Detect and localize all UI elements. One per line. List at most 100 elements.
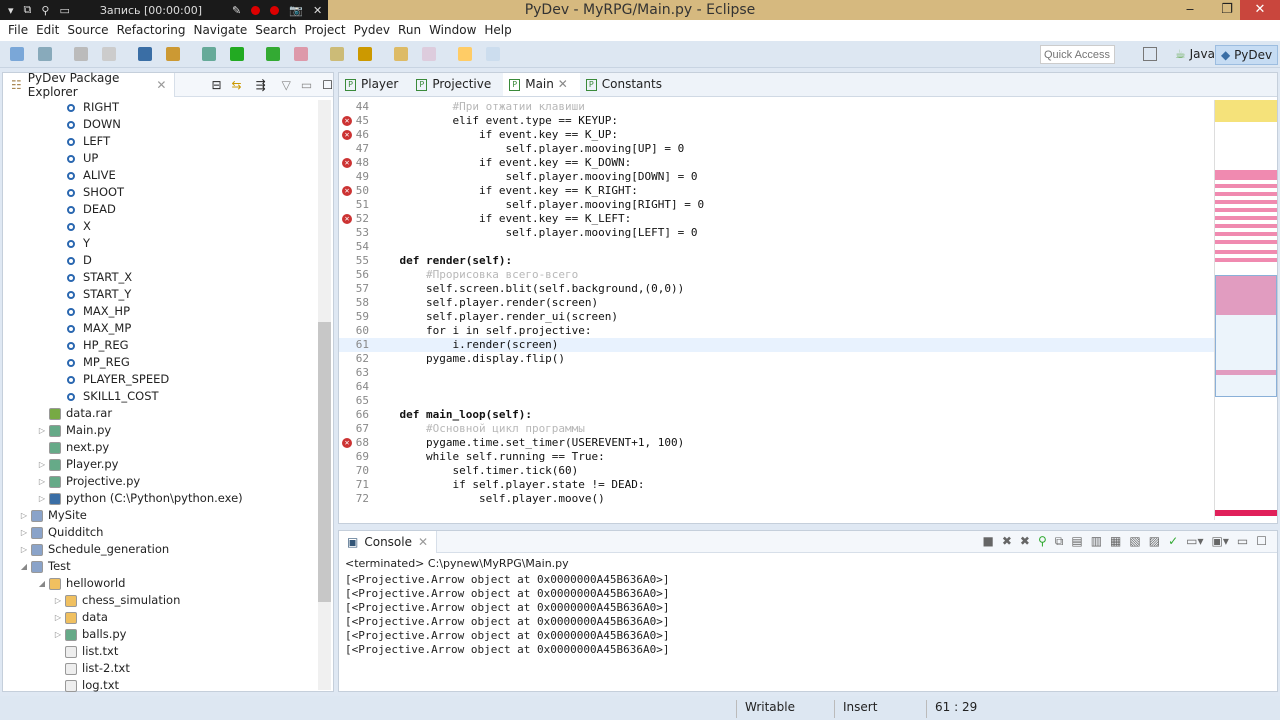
tree-item[interactable]: ▷ python (C:\Python\python.exe) — [35, 490, 243, 507]
tree-item[interactable]: ▷ MySite — [17, 507, 87, 524]
clear-console-icon[interactable]: ▤ — [1071, 534, 1082, 549]
camera-icon[interactable]: 📷 — [289, 4, 303, 17]
tree-item[interactable]: data.rar — [35, 405, 112, 422]
toolbar-button[interactable] — [486, 47, 500, 61]
menu-edit[interactable]: Edit — [32, 20, 63, 41]
code-line[interactable]: 66 def main_loop(self): — [339, 408, 1214, 422]
tree-item[interactable]: MAX_HP — [67, 303, 130, 320]
collapsed-arrow-icon[interactable]: ▷ — [17, 541, 31, 558]
tree-item[interactable]: ▷ data — [51, 609, 108, 626]
menu-search[interactable]: Search — [251, 20, 300, 41]
remove-launch-icon[interactable]: ✖ — [1002, 534, 1012, 549]
terminate-icon[interactable]: ■ — [983, 534, 994, 549]
tree-item[interactable]: ▷ chess_simulation — [51, 592, 180, 609]
tree-item[interactable]: ▷ Projective.py — [35, 473, 140, 490]
tree-item[interactable]: next.py — [35, 439, 109, 456]
ruler-mark[interactable] — [1215, 240, 1277, 244]
overview-ruler[interactable] — [1214, 100, 1277, 520]
code-line[interactable]: 53 self.player.mooving[LEFT] = 0 — [339, 226, 1214, 240]
ruler-mark[interactable] — [1215, 176, 1277, 180]
code-line[interactable]: 47 self.player.mooving[UP] = 0 — [339, 142, 1214, 156]
collapsed-arrow-icon[interactable]: ▷ — [17, 507, 31, 524]
record-icon[interactable] — [270, 5, 280, 15]
toolbar-button[interactable] — [458, 47, 472, 61]
collapsed-arrow-icon[interactable]: ▷ — [35, 490, 49, 507]
ruler-mark[interactable] — [1215, 232, 1277, 236]
tab-constants[interactable]: P Constants — [580, 73, 674, 96]
tree-item[interactable]: ALIVE — [67, 167, 116, 184]
tree-item[interactable]: D — [67, 252, 92, 269]
maximize-view-icon[interactable]: ☐ — [322, 78, 333, 92]
toolbar-button[interactable] — [330, 47, 344, 61]
ruler-viewport[interactable] — [1215, 275, 1277, 397]
new-console-icon[interactable]: ▣▾ — [1212, 534, 1229, 549]
code-line[interactable]: 62 pygame.display.flip() — [339, 352, 1214, 366]
toolbar-button[interactable] — [394, 47, 408, 61]
collapsed-arrow-icon[interactable]: ▷ — [51, 609, 65, 626]
tree-item[interactable]: list-2.txt — [51, 660, 130, 677]
show-error-icon[interactable]: ▨ — [1149, 534, 1160, 549]
error-marker-icon[interactable]: ✕ — [342, 116, 352, 126]
toolbar-button[interactable] — [166, 47, 180, 61]
pin-icon[interactable]: ⧉ — [1055, 534, 1064, 549]
toolbar-button[interactable] — [422, 47, 436, 61]
code-line[interactable]: 69 while self.running == True: — [339, 450, 1214, 464]
tree-item[interactable]: DOWN — [67, 116, 121, 133]
code-line[interactable]: 55 def render(self): — [339, 254, 1214, 268]
code-line[interactable]: 49 self.player.mooving[DOWN] = 0 — [339, 170, 1214, 184]
dropdown-icon[interactable]: ▾ — [8, 4, 14, 17]
code-line[interactable]: 72 self.player.moove() — [339, 492, 1214, 506]
error-marker-icon[interactable]: ✕ — [342, 130, 352, 140]
explorer-scrollbar-thumb[interactable] — [318, 322, 331, 602]
collapsed-arrow-icon[interactable]: ▷ — [35, 422, 49, 439]
collapse-all-icon[interactable]: ⊟ — [211, 78, 221, 92]
display-console-icon[interactable]: ▭▾ — [1186, 534, 1203, 549]
menu-run[interactable]: Run — [394, 20, 425, 41]
code-line[interactable]: 59 self.player.render_ui(screen) — [339, 310, 1214, 324]
ruler-mark[interactable] — [1215, 216, 1277, 220]
code-line[interactable]: 61 i.render(screen) — [339, 338, 1214, 352]
menu-refactoring[interactable]: Refactoring — [113, 20, 190, 41]
code-line[interactable]: ✕ 50 if event.key == K_RIGHT: — [339, 184, 1214, 198]
tree-item[interactable]: RIGHT — [67, 99, 119, 116]
close-button[interactable]: ✕ — [1240, 0, 1280, 20]
zoom-icon[interactable]: ⚲ — [41, 4, 49, 17]
perspective-pydev[interactable]: ◆ PyDev — [1215, 45, 1279, 65]
pen-icon[interactable]: ✎ — [232, 4, 241, 17]
tree-item[interactable]: SKILL1_COST — [67, 388, 159, 405]
menu-pydev[interactable]: Pydev — [350, 20, 394, 41]
code-line[interactable]: ✕ 45 elif event.type == KEYUP: — [339, 114, 1214, 128]
collapsed-arrow-icon[interactable]: ▷ — [51, 626, 65, 643]
code-line[interactable]: ✕ 48 if event.key == K_DOWN: — [339, 156, 1214, 170]
tree-item[interactable]: PLAYER_SPEED — [67, 371, 169, 388]
window-icon[interactable]: ⧉ — [24, 3, 32, 17]
collapsed-arrow-icon[interactable]: ▷ — [17, 524, 31, 541]
code-line[interactable]: 65 — [339, 394, 1214, 408]
tab-main[interactable]: P Main ✕ — [503, 73, 580, 96]
ruler-mark[interactable] — [1215, 184, 1277, 188]
minimize-button[interactable]: ‒ — [1175, 0, 1205, 20]
code-line[interactable]: 57 self.screen.blit(self.background,(0,0… — [339, 282, 1214, 296]
tree-item[interactable]: ▷ Schedule_generation — [17, 541, 169, 558]
collapsed-arrow-icon[interactable]: ▷ — [35, 473, 49, 490]
menu-help[interactable]: Help — [480, 20, 515, 41]
minimize-view-icon[interactable]: ▭ — [1237, 534, 1248, 549]
debug-icon[interactable]: ⚲ — [1038, 534, 1047, 549]
close-icon[interactable]: ✕ — [418, 535, 428, 549]
error-marker-icon[interactable]: ✕ — [342, 214, 352, 224]
region-icon[interactable]: ▭ — [59, 4, 69, 17]
tab-package-explorer[interactable]: ☷ PyDev Package Explorer ✕ — [3, 71, 176, 99]
error-marker-icon[interactable]: ✕ — [342, 186, 352, 196]
ruler-mark[interactable] — [1215, 192, 1277, 196]
toolbar-button[interactable] — [138, 47, 152, 61]
open-perspective-icon[interactable] — [1143, 47, 1157, 61]
expanded-arrow-icon[interactable]: ◢ — [17, 558, 31, 575]
code-line[interactable]: 58 self.player.render(screen) — [339, 296, 1214, 310]
pin-console-icon[interactable]: ✓ — [1168, 534, 1178, 549]
code-line[interactable]: 54 — [339, 240, 1214, 254]
code-line[interactable]: 63 — [339, 366, 1214, 380]
ruler-mark[interactable] — [1215, 100, 1277, 122]
tree-item[interactable]: list.txt — [51, 643, 118, 660]
tree-item[interactable]: UP — [67, 150, 98, 167]
remove-all-icon[interactable]: ✖ — [1020, 534, 1030, 549]
